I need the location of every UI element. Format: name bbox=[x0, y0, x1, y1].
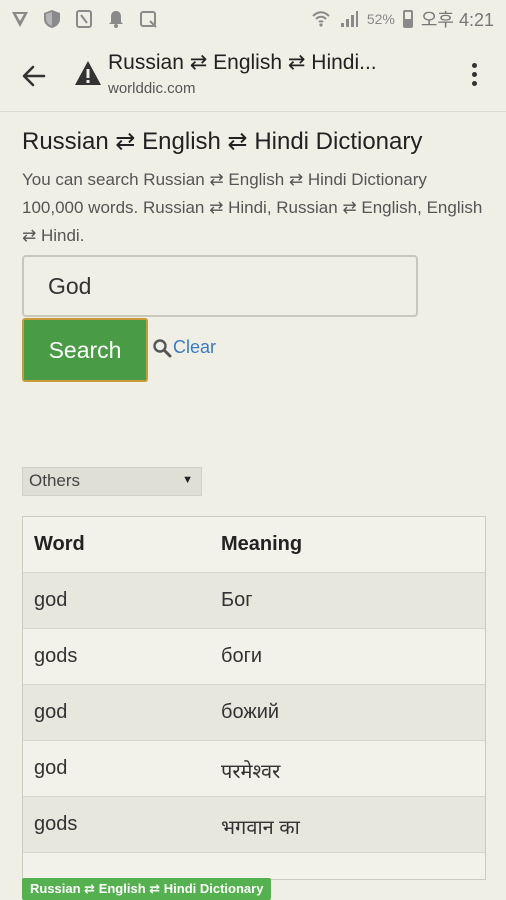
clock: 오후 4:21 bbox=[420, 10, 494, 30]
dropdown-arrow-icon: ▼ bbox=[182, 474, 193, 486]
meaning-cell: Бог bbox=[221, 589, 253, 611]
table-row[interactable]: god परमेश्वर bbox=[23, 741, 485, 797]
clear-link[interactable]: Clear bbox=[152, 337, 216, 358]
select-value: Others bbox=[29, 471, 81, 490]
shield-icon bbox=[42, 9, 62, 29]
wifi-icon bbox=[311, 9, 331, 29]
table-row[interactable]: gods боги bbox=[23, 629, 485, 685]
notification-bell-icon bbox=[106, 9, 126, 29]
table-row[interactable]: gods भगवान का bbox=[23, 797, 485, 853]
nfc-icon bbox=[74, 9, 94, 29]
column-header-word: Word bbox=[34, 533, 85, 555]
word-cell: god bbox=[34, 701, 68, 723]
word-cell: gods bbox=[34, 645, 78, 667]
warning-icon[interactable] bbox=[74, 60, 102, 86]
vpn-icon bbox=[10, 9, 30, 29]
site-badge[interactable]: Russian ⇄ English ⇄ Hindi Dictionary bbox=[22, 878, 272, 900]
browser-toolbar: Russian ⇄ English ⇄ Hindi... worlddic.co… bbox=[0, 38, 506, 112]
back-arrow-icon[interactable] bbox=[18, 60, 50, 92]
word-cell: gods bbox=[34, 813, 78, 835]
table-row[interactable]: god Бог bbox=[23, 573, 485, 629]
word-cell: god bbox=[34, 757, 68, 779]
search-icon bbox=[153, 338, 172, 357]
table-header-row: Word Meaning bbox=[23, 517, 485, 573]
meaning-cell: боги bbox=[221, 645, 263, 667]
meaning-cell: परमेश्वर bbox=[221, 761, 281, 783]
battery-percent: 52% bbox=[366, 11, 395, 27]
column-header-meaning: Meaning bbox=[221, 533, 303, 555]
search-input[interactable] bbox=[22, 255, 418, 317]
clear-label: Clear bbox=[173, 337, 217, 357]
meaning-cell: божий bbox=[221, 701, 280, 723]
battery-icon bbox=[402, 10, 413, 28]
meaning-cell: भगवान का bbox=[221, 817, 300, 839]
screenshot-icon bbox=[138, 9, 158, 29]
page-content: Russian ⇄ English ⇄ Hindi Dictionary You… bbox=[22, 112, 488, 880]
signal-icon bbox=[339, 9, 359, 29]
status-icons-right: 52% 오후 4:21 bbox=[311, 6, 494, 32]
word-cell: god bbox=[34, 589, 68, 611]
results-table: Word Meaning god Бог gods боги god божий… bbox=[22, 516, 486, 880]
category-select[interactable]: Others ▼ bbox=[22, 467, 202, 496]
intro-text: You can search Russian ⇄ English ⇄ Hindi… bbox=[22, 170, 483, 245]
status-bar: 52% 오후 4:21 bbox=[0, 0, 506, 38]
status-icons-left bbox=[10, 9, 158, 29]
search-button[interactable]: Search bbox=[22, 318, 148, 382]
page-title: Russian ⇄ English ⇄ Hindi Dictionary bbox=[22, 128, 423, 155]
tab-title[interactable]: Russian ⇄ English ⇄ Hindi... bbox=[108, 50, 377, 75]
table-row[interactable]: god божий bbox=[23, 685, 485, 741]
url-text[interactable]: worlddic.com bbox=[108, 80, 196, 97]
more-menu-icon[interactable] bbox=[462, 60, 486, 92]
